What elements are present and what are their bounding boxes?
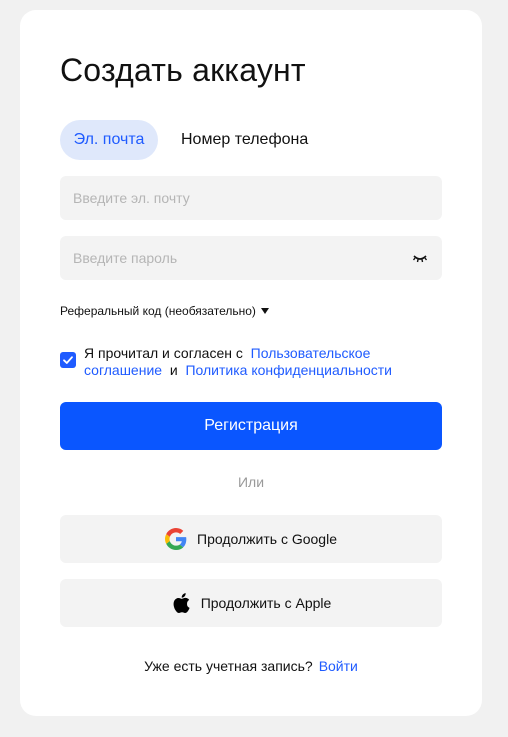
- apple-button-label: Продолжить с Apple: [200, 595, 332, 611]
- page-title: Создать аккаунт: [60, 52, 306, 88]
- privacy-policy-link[interactable]: Политика конфиденциальности: [185, 362, 392, 378]
- signup-method-tabs: Эл. почта Номер телефона: [60, 120, 308, 160]
- tab-email[interactable]: Эл. почта: [60, 120, 158, 160]
- check-icon: [63, 356, 73, 364]
- google-signin-button[interactable]: Продолжить с Google: [60, 515, 442, 563]
- google-icon: [165, 528, 187, 550]
- referral-code-toggle[interactable]: Реферальный код (необязательно): [60, 304, 269, 318]
- consent-joiner: и: [169, 362, 178, 378]
- toggle-password-visibility-icon[interactable]: [412, 252, 428, 264]
- signup-card: Создать аккаунт Эл. почта Номер телефона…: [20, 10, 482, 716]
- login-prompt-text: Уже есть учетная запись?: [144, 658, 313, 674]
- register-button[interactable]: Регистрация: [60, 402, 442, 450]
- referral-label: Реферальный код (необязательно): [60, 304, 256, 318]
- apple-signin-button[interactable]: Продолжить с Apple: [60, 579, 442, 627]
- google-button-label: Продолжить с Google: [197, 531, 337, 547]
- or-divider-label: Или: [237, 474, 265, 490]
- tab-phone[interactable]: Номер телефона: [158, 120, 308, 160]
- login-prompt: Уже есть учетная запись? Войти: [20, 658, 482, 674]
- login-link[interactable]: Войти: [319, 658, 358, 674]
- password-input[interactable]: [60, 236, 442, 280]
- email-input[interactable]: [60, 176, 442, 220]
- consent-checkbox[interactable]: [60, 352, 76, 368]
- consent-prefix: Я прочитал и согласен с: [84, 345, 243, 361]
- consent-text: Я прочитал и согласен с Пользовательское…: [84, 345, 434, 379]
- apple-icon: [173, 593, 190, 613]
- caret-down-icon: [260, 308, 269, 314]
